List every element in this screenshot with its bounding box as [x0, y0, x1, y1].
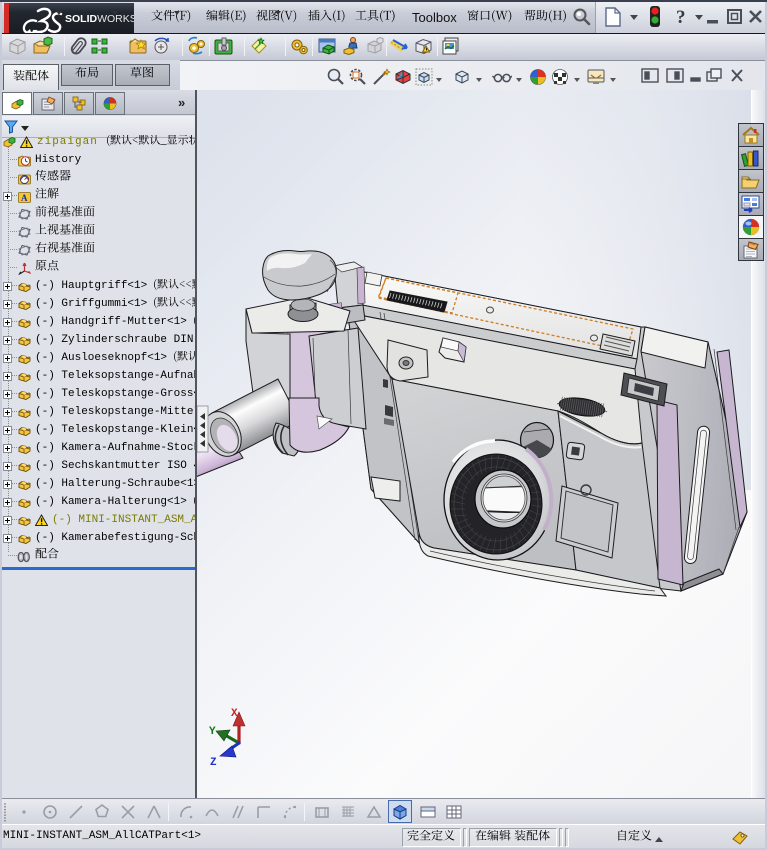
svg-text:A: A — [21, 193, 28, 203]
svg-text:?: ? — [676, 7, 686, 28]
svg-text:Z: Z — [210, 757, 217, 769]
svg-text:X: X — [231, 708, 238, 720]
svg-text:Y: Y — [209, 726, 216, 738]
